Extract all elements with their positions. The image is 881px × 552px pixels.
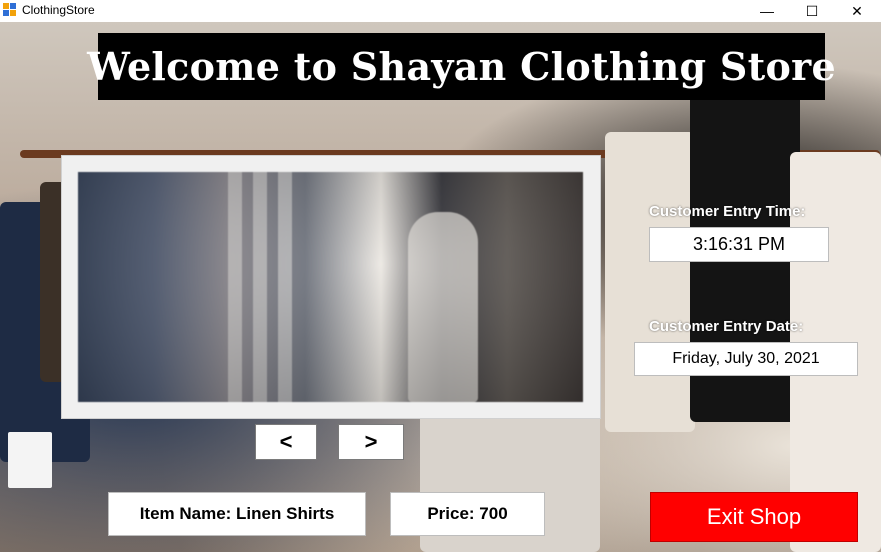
close-button[interactable]: ✕ [835,0,879,22]
price-tag [8,432,52,488]
entry-date-label: Customer Entry Date: [649,318,804,335]
welcome-title: Welcome to Shayan Clothing Store [87,44,836,89]
item-photo [78,172,583,402]
entry-date-value: Friday, July 30, 2021 [634,342,858,376]
photo-detail [78,172,583,402]
item-name-label: Item Name: Linen Shirts [108,492,366,536]
next-button[interactable]: > [338,424,404,460]
entry-time-value: 3:16:31 PM [649,227,829,262]
exit-shop-button[interactable]: Exit Shop [650,492,858,542]
maximize-button[interactable]: ☐ [790,0,834,22]
previous-button[interactable]: < [255,424,317,460]
minimize-button[interactable]: — [745,0,789,22]
store-background: Welcome to Shayan Clothing Store < > Cus… [0,22,881,552]
window-title: ClothingStore [22,3,95,17]
item-picture-box [61,155,601,419]
entry-time-label: Customer Entry Time: [649,203,806,220]
item-price-label: Price: 700 [390,492,545,536]
welcome-banner: Welcome to Shayan Clothing Store [87,33,836,100]
background-garment [605,132,695,432]
window-titlebar: ClothingStore — ☐ ✕ [0,0,881,22]
app-icon [3,3,17,17]
